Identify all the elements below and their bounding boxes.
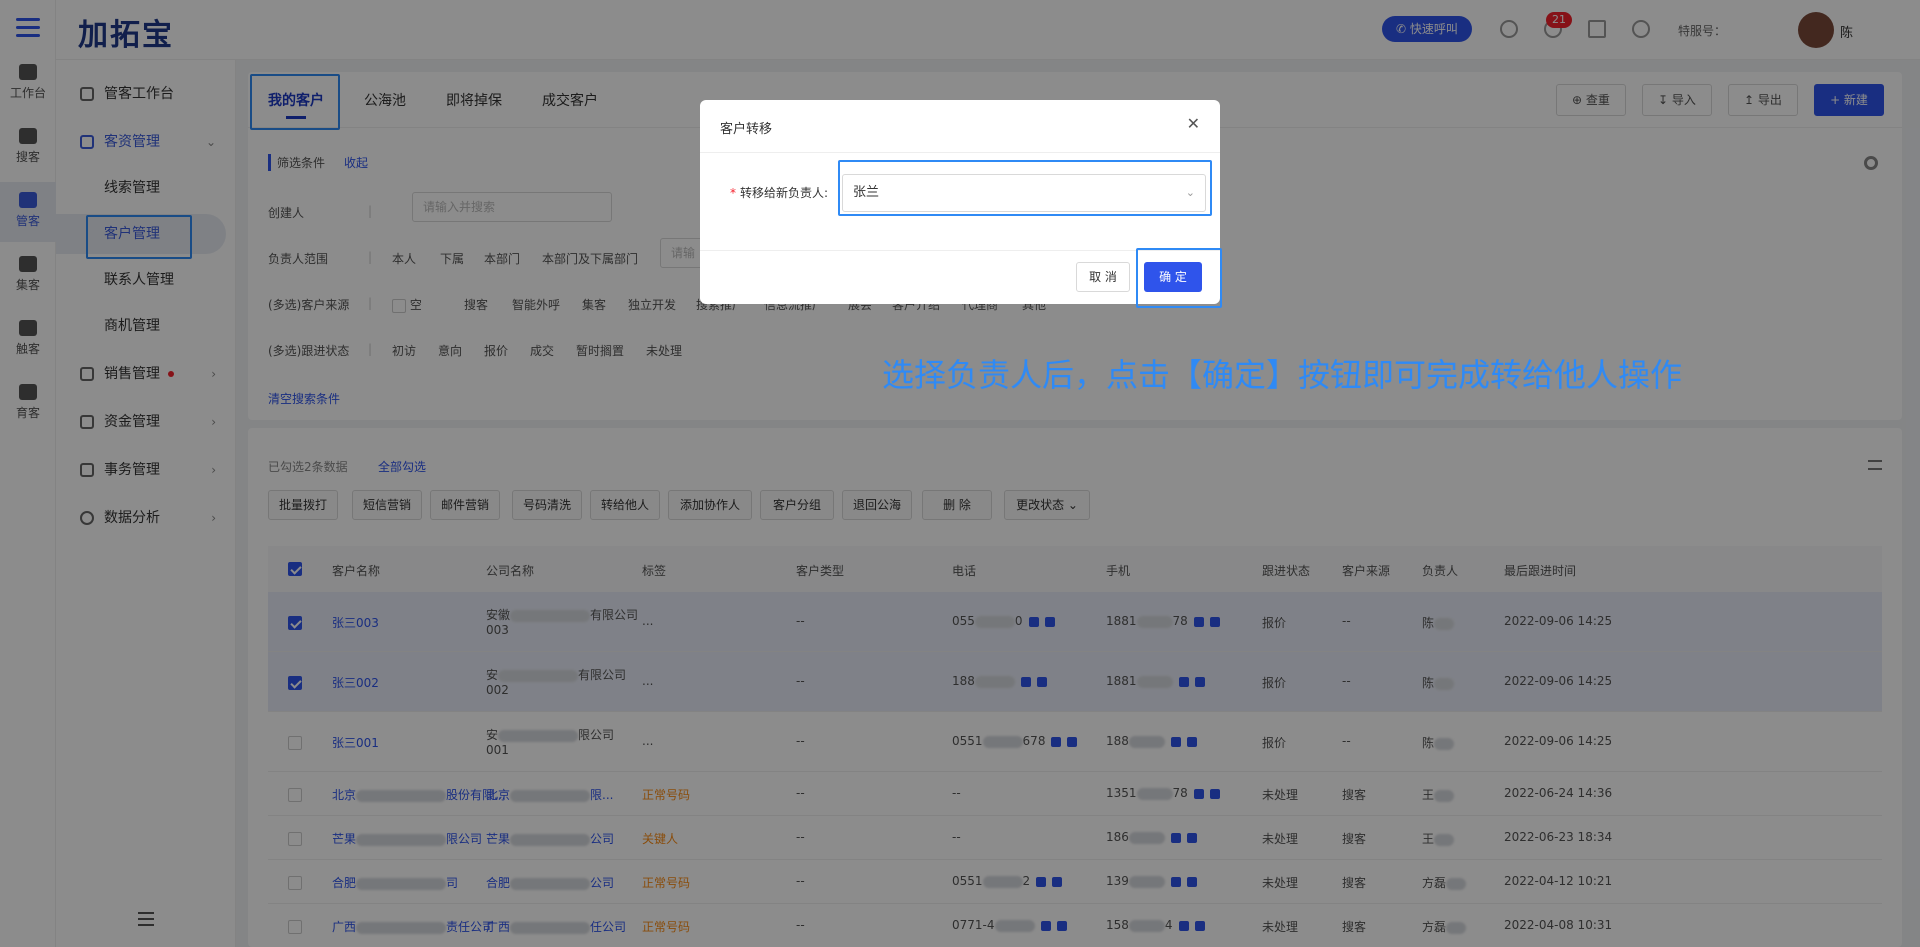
app: 工作台 搜客 管客 集客 触客 育客 加拓宝 ✆ 快速呼叫 21 特服号： 陈 … — [0, 0, 1920, 947]
new-owner-label: * 转移给新负责人: — [730, 186, 829, 200]
modal-title: 客户转移 — [720, 122, 773, 137]
highlight-select — [838, 160, 1212, 216]
close-icon[interactable]: ✕ — [1187, 114, 1200, 133]
highlight-confirm — [1136, 248, 1222, 308]
instruction-annotation: 选择负责人后，点击【确定】按钮即可完成转给他人操作 — [882, 356, 1683, 394]
cancel-button[interactable]: 取 消 — [1076, 262, 1130, 292]
transfer-modal: 客户转移 ✕ * 转移给新负责人: 张兰 ⌄ 取 消 确 定 — [700, 100, 1222, 308]
